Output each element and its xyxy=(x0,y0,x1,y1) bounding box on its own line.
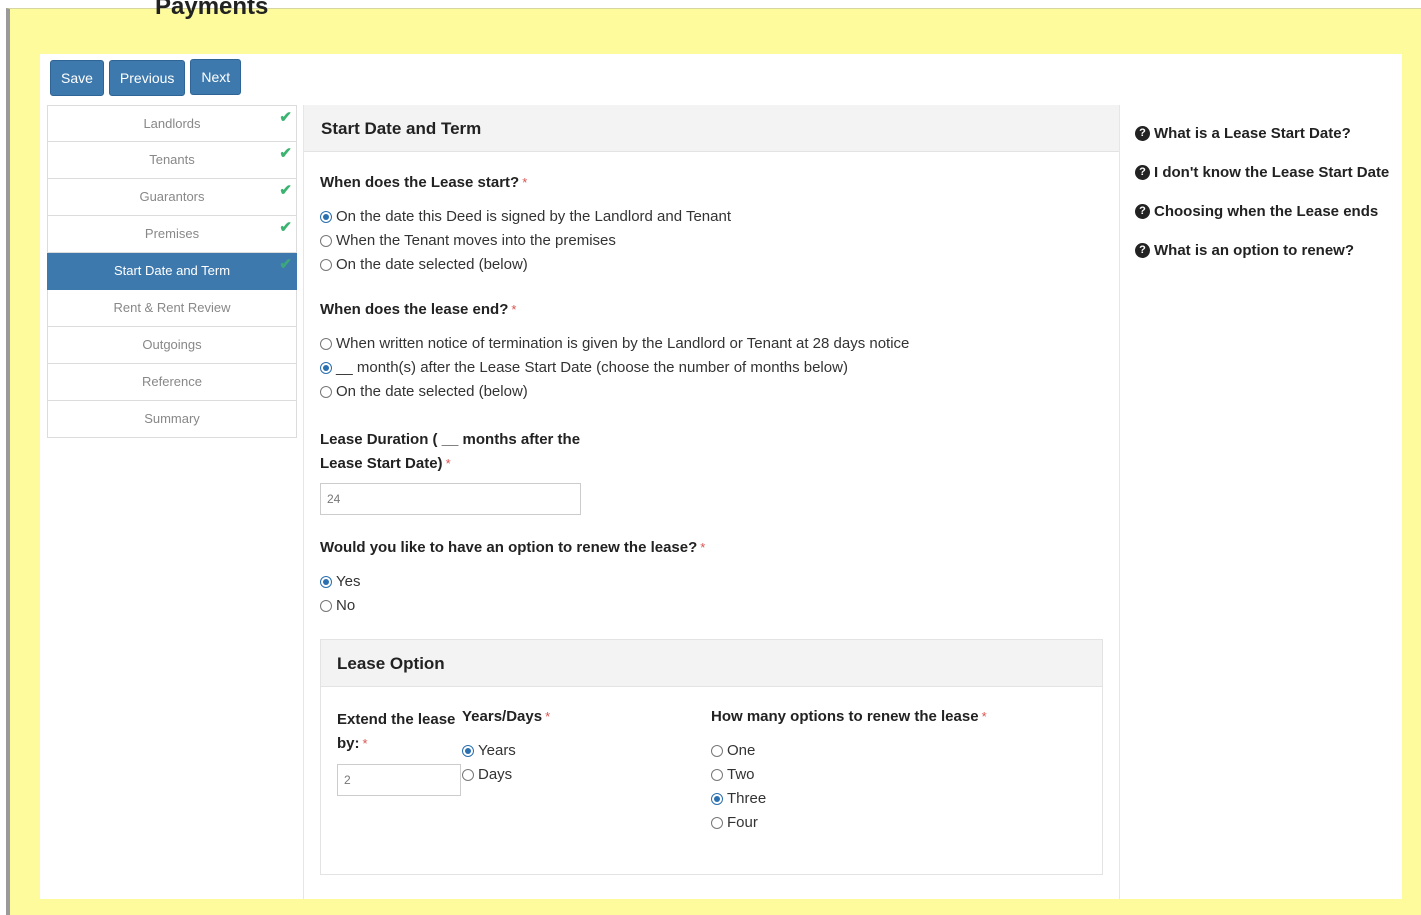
help-links: ? What is a Lease Start Date? ? I don't kn… xyxy=(1135,124,1389,280)
required-mark: * xyxy=(700,540,706,555)
step-start-date-and-term[interactable]: Start Date and Term ✔ xyxy=(47,253,297,290)
help-link-unknown-start-date[interactable]: ? I don't know the Lease Start Date xyxy=(1135,163,1389,181)
radio-icon xyxy=(320,258,332,271)
step-rent-review[interactable]: Rent & Rent Review xyxy=(47,290,297,327)
step-label: Guarantors xyxy=(139,189,205,204)
check-icon: ✔ xyxy=(279,109,292,126)
save-button[interactable]: Save xyxy=(50,60,104,96)
wizard-panel: Save Previous Next Landlords ✔ Tenants ✔ G… xyxy=(40,54,1402,899)
step-outgoings[interactable]: Outgoings xyxy=(47,327,297,364)
count-option-four[interactable]: Four xyxy=(711,814,758,831)
check-icon: ✔ xyxy=(279,145,292,162)
start-option-deed-signed[interactable]: On the date this Deed is signed by the L… xyxy=(320,208,731,225)
radio-selected-icon xyxy=(320,575,332,588)
step-landlords[interactable]: Landlords ✔ xyxy=(47,105,297,142)
unit-option-days[interactable]: Days xyxy=(462,766,512,783)
end-option-date-selected[interactable]: On the date selected (below) xyxy=(320,383,528,400)
step-label: Tenants xyxy=(149,152,195,167)
step-label: Start Date and Term xyxy=(113,263,231,278)
help-link-option-to-renew[interactable]: ? What is an option to renew? xyxy=(1135,241,1389,259)
unit-option-years[interactable]: Years xyxy=(462,742,516,759)
count-option-two[interactable]: Two xyxy=(711,766,755,783)
radio-icon xyxy=(320,599,332,612)
count-option-three[interactable]: Three xyxy=(711,790,766,807)
required-mark: * xyxy=(445,456,451,471)
outer-frame: Payments Save Previous Next Landlords ✔ T… xyxy=(6,0,1421,915)
lease-option-title: Lease Option xyxy=(321,640,1102,687)
check-icon: ✔ xyxy=(279,182,292,199)
count-option-one[interactable]: One xyxy=(711,742,755,759)
question-circle-icon: ? xyxy=(1135,242,1150,258)
required-mark: * xyxy=(981,709,987,724)
radio-icon xyxy=(711,816,723,829)
toolbar: Save Previous Next xyxy=(50,59,242,96)
check-icon: ✔ xyxy=(279,219,292,236)
section-title: Start Date and Term xyxy=(304,105,1119,152)
step-label: Rent & Rent Review xyxy=(113,300,231,315)
start-option-moves-in[interactable]: When the Tenant moves into the premises xyxy=(320,232,616,249)
radio-selected-icon xyxy=(320,210,332,223)
next-button[interactable]: Next xyxy=(190,59,242,95)
step-label: Outgoings xyxy=(142,337,202,352)
lease-option-panel: Lease Option Extend the leaseby:* Years/… xyxy=(320,639,1103,875)
step-summary[interactable]: Summary xyxy=(47,401,297,438)
help-link-lease-start-date[interactable]: ? What is a Lease Start Date? xyxy=(1135,124,1389,142)
end-option-written-notice[interactable]: When written notice of termination is gi… xyxy=(320,335,909,352)
lease-duration-input[interactable] xyxy=(320,483,581,515)
renew-option-question: Would you like to have an option to rene… xyxy=(320,539,706,556)
step-guarantors[interactable]: Guarantors ✔ xyxy=(47,179,297,216)
radio-icon xyxy=(320,337,332,350)
previous-button[interactable]: Previous xyxy=(108,60,186,96)
steps-nav: Landlords ✔ Tenants ✔ Guarantors ✔ Premises… xyxy=(47,105,297,438)
question-circle-icon: ? xyxy=(1135,203,1150,219)
step-reference[interactable]: Reference xyxy=(47,364,297,401)
end-option-months-after[interactable]: __ month(s) after the Lease Start Date (… xyxy=(320,359,848,376)
step-label: Summary xyxy=(144,411,200,426)
lease-start-question: When does the Lease start? * xyxy=(320,174,528,191)
step-premises[interactable]: Premises ✔ xyxy=(47,216,297,253)
radio-icon xyxy=(320,234,332,247)
radio-selected-icon xyxy=(711,792,723,805)
step-label: Premises xyxy=(144,226,200,241)
form-content: Start Date and Term When does the Lease … xyxy=(303,105,1120,899)
radio-icon xyxy=(711,744,723,757)
radio-icon xyxy=(320,385,332,398)
required-mark: * xyxy=(362,736,368,751)
renew-count-label: How many options to renew the lease * xyxy=(711,708,987,725)
extend-lease-input[interactable] xyxy=(337,764,461,796)
help-link-lease-ends[interactable]: ? Choosing when the Lease ends xyxy=(1135,202,1389,220)
extend-lease-label: Extend the lease by: * xyxy=(337,711,456,752)
check-icon: ✔ xyxy=(279,256,292,273)
question-circle-icon: ? xyxy=(1135,164,1150,180)
radio-selected-icon xyxy=(462,744,474,757)
renew-option-no[interactable]: No xyxy=(320,597,355,614)
required-mark: * xyxy=(511,302,517,317)
lease-duration-label: Lease Duration ( __ months after the Leas… xyxy=(320,431,581,472)
renew-option-yes[interactable]: Yes xyxy=(320,573,360,590)
years-days-label: Years/Days * xyxy=(462,708,551,725)
step-label: Landlords xyxy=(143,116,201,131)
radio-selected-icon xyxy=(320,361,332,374)
step-tenants[interactable]: Tenants ✔ xyxy=(47,142,297,179)
question-circle-icon: ? xyxy=(1135,125,1150,141)
required-mark: * xyxy=(522,175,528,190)
lease-end-question: When does the lease end? * xyxy=(320,301,517,318)
page-title-clipped: Payments xyxy=(155,0,269,19)
start-option-date-selected[interactable]: On the date selected (below) xyxy=(320,256,528,273)
required-mark: * xyxy=(545,709,551,724)
step-label: Reference xyxy=(142,374,202,389)
radio-icon xyxy=(462,768,474,781)
radio-icon xyxy=(711,768,723,781)
